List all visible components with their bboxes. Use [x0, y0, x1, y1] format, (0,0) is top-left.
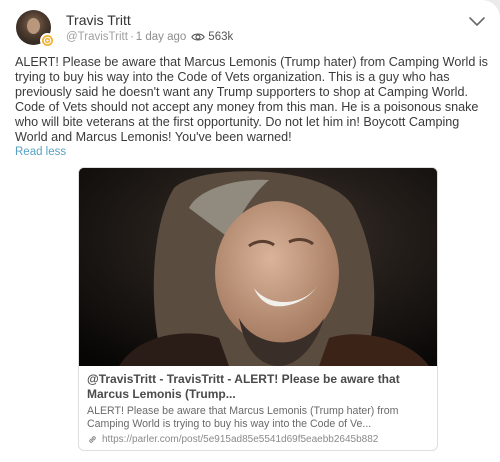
link-preview[interactable]: @TravisTritt - TravisTritt - ALERT! Plea… — [78, 167, 438, 451]
preview-body: @TravisTritt - TravisTritt - ALERT! Plea… — [79, 366, 437, 445]
avatar-face — [27, 18, 40, 34]
post-meta: @TravisTritt · 1 day ago 563k — [66, 31, 233, 43]
preview-url[interactable]: https://parler.com/post/5e915ad85e5541d6… — [87, 434, 429, 445]
author-name[interactable]: Travis Tritt — [66, 12, 131, 28]
post-header: Travis Tritt @TravisTritt · 1 day ago 56… — [16, 10, 486, 50]
preview-photo-art — [79, 168, 437, 366]
chevron-down-icon[interactable] — [468, 16, 486, 28]
preview-description: ALERT! Please be aware that Marcus Lemon… — [87, 405, 399, 431]
post-card: Travis Tritt @TravisTritt · 1 day ago 56… — [0, 0, 500, 462]
view-count: 563k — [191, 31, 233, 43]
post-time: 1 day ago — [135, 31, 187, 43]
read-less-link[interactable]: Read less — [15, 146, 66, 158]
meta-separator: · — [129, 31, 134, 43]
preview-title: @TravisTritt - TravisTritt - ALERT! Plea… — [87, 372, 400, 401]
avatar[interactable] — [16, 10, 55, 48]
eye-icon — [191, 33, 206, 41]
preview-url-text: https://parler.com/post/5e915ad85e5541d6… — [102, 434, 379, 446]
preview-image — [79, 168, 437, 366]
author-handle[interactable]: @TravisTritt — [66, 31, 128, 43]
post-text: ALERT! Please be aware that Marcus Lemon… — [15, 55, 488, 145]
verified-badge-icon — [40, 33, 55, 48]
link-icon — [89, 436, 96, 444]
view-count-value: 563k — [208, 31, 234, 43]
